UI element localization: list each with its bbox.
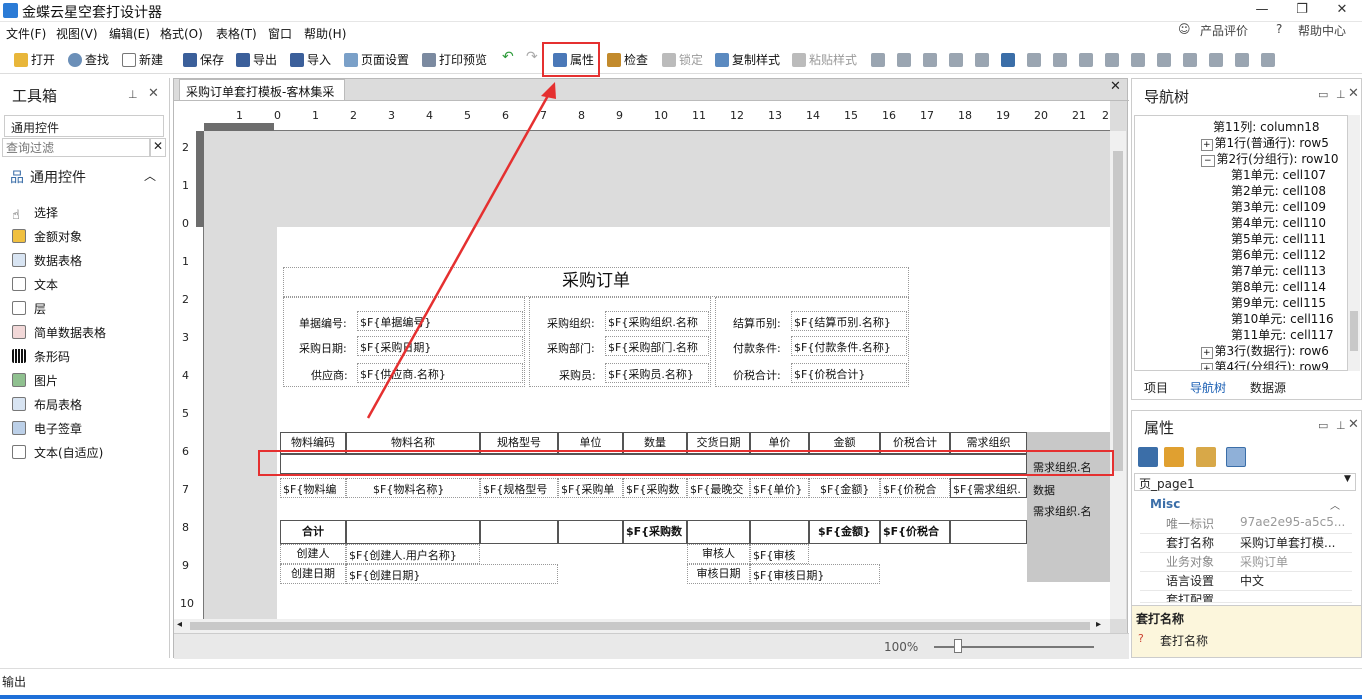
- tree-node[interactable]: + 第4行(分组行): row9: [1201, 358, 1329, 370]
- prop-row[interactable]: 语言设置 中文: [1140, 572, 1352, 591]
- tree-node[interactable]: 第7单元: cell113: [1231, 262, 1326, 279]
- nav-scrollbar[interactable]: [1348, 115, 1360, 371]
- prop-row[interactable]: 套打名称 采购订单套打模...: [1140, 534, 1352, 553]
- properties-panel: 属性 ▭ ⊥ ✕ 页_page1 ▼ Misc ︿ 唯一标识 97ae2e95-a…: [1131, 410, 1362, 658]
- tree-node[interactable]: − 第2行(分组行): row10: [1201, 150, 1339, 167]
- categorized-icon[interactable]: [1138, 447, 1158, 467]
- tree-node[interactable]: 第1单元: cell107: [1231, 166, 1326, 183]
- close-icon[interactable]: ✕: [1348, 417, 1359, 432]
- output-bar: 输出: [0, 668, 1362, 699]
- pin-icon[interactable]: ⊥: [1336, 88, 1346, 101]
- collapse-icon[interactable]: ︿: [1330, 497, 1340, 512]
- tab-nav-tree[interactable]: 导航树: [1190, 379, 1226, 396]
- nav-title: 导航树: [1144, 88, 1190, 106]
- tree-node[interactable]: 第6单元: cell112: [1231, 246, 1326, 263]
- status-strip: [0, 695, 1362, 699]
- pin-icon[interactable]: ⊥: [1336, 419, 1346, 432]
- tree-node[interactable]: 第8单元: cell114: [1231, 278, 1326, 295]
- tree-node[interactable]: 第2单元: cell108: [1231, 182, 1326, 199]
- desc-text: 套打名称: [1160, 634, 1209, 648]
- tree-node[interactable]: 第10单元: cell116: [1231, 310, 1334, 327]
- tree-node[interactable]: 第11单元: cell117: [1231, 326, 1334, 343]
- tree-node[interactable]: 第3单元: cell109: [1231, 198, 1326, 215]
- tree-node[interactable]: + 第1行(普通行): row5: [1201, 134, 1329, 151]
- tab-project[interactable]: 项目: [1144, 379, 1168, 396]
- property-description: 套打名称 ? 套打名称: [1132, 605, 1361, 657]
- navigation-panel: 导航树 ▭ ⊥ ✕ 第11列: column18 + 第1行(普通行): row5…: [1131, 78, 1362, 400]
- tab-data-source[interactable]: 数据源: [1250, 379, 1286, 396]
- desc-title: 套打名称: [1136, 612, 1185, 626]
- events-icon[interactable]: [1196, 447, 1216, 467]
- output-tab[interactable]: 输出: [2, 673, 26, 690]
- maximize-icon[interactable]: ▭: [1318, 88, 1328, 101]
- sort-icon[interactable]: [1164, 447, 1184, 467]
- prop-row[interactable]: 套打配置: [1140, 591, 1352, 603]
- nav-tree[interactable]: 第11列: column18 + 第1行(普通行): row5 − 第2行(分组行)…: [1134, 115, 1348, 371]
- prop-row[interactable]: 唯一标识 97ae2e95-a5c5...: [1140, 515, 1352, 534]
- tree-node[interactable]: 第4单元: cell110: [1231, 214, 1326, 231]
- chevron-down-icon[interactable]: ▼: [1344, 474, 1351, 484]
- close-icon[interactable]: ✕: [1348, 86, 1359, 101]
- object-selector[interactable]: 页_page1: [1134, 473, 1356, 491]
- prop-row[interactable]: 业务对象 采购订单: [1140, 553, 1352, 572]
- tree-node[interactable]: 第11列: column18: [1213, 118, 1320, 135]
- maximize-icon[interactable]: ▭: [1318, 419, 1328, 432]
- props-title: 属性: [1144, 419, 1175, 437]
- tree-node[interactable]: + 第3行(数据行): row6: [1201, 342, 1329, 359]
- tree-node[interactable]: 第9单元: cell115: [1231, 294, 1326, 311]
- tree-node[interactable]: 第5单元: cell111: [1231, 230, 1326, 247]
- nav-scroll-thumb[interactable]: [1350, 311, 1358, 351]
- help-icon: ?: [1138, 632, 1144, 645]
- property-pages-icon[interactable]: [1226, 447, 1246, 467]
- category-misc[interactable]: Misc: [1150, 497, 1180, 511]
